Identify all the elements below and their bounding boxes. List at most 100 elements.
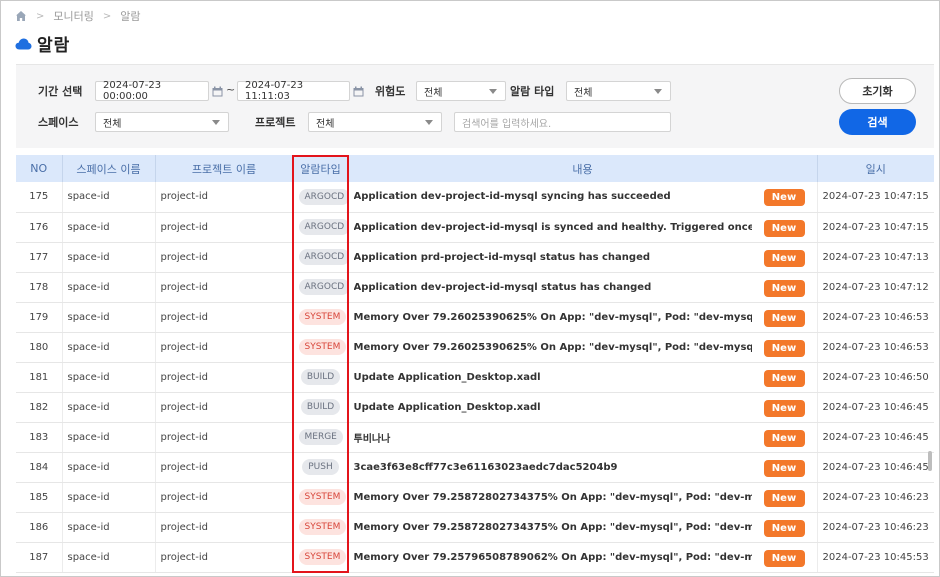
table-row[interactable]: 179 space-id project-id SYSTEM Memory Over 7… [16, 302, 934, 333]
row-no: 177 [16, 242, 62, 273]
alarm-type-badge: SYSTEM [298, 309, 347, 325]
row-project: project-id [154, 302, 293, 333]
search-button[interactable]: 검색 [839, 109, 916, 135]
row-no: 184 [16, 452, 62, 483]
table-row[interactable]: 183 space-id project-id MERGE 투비나나 New 2024-07… [16, 422, 934, 453]
row-message[interactable]: Memory Over 79.25796508789062% On App: "… [354, 552, 752, 563]
calendar-icon[interactable] [212, 86, 223, 97]
table-row[interactable]: 182 space-id project-id BUILD Update Applica… [16, 392, 934, 423]
row-message[interactable]: 투비나나 [354, 430, 752, 445]
new-badge: New [763, 219, 805, 237]
row-project: project-id [154, 542, 293, 573]
row-space: space-id [61, 212, 155, 243]
project-select-value: 전체 [316, 118, 335, 130]
row-message-cell: 투비나나 New [347, 422, 817, 453]
row-message[interactable]: Update Application_Desktop.xadl [354, 372, 752, 383]
space-label: 스페이스 [38, 116, 79, 129]
alarm-type-badge: SYSTEM [298, 549, 347, 565]
row-space: space-id [61, 452, 155, 483]
alarm-type-badge: ARGOCD [298, 188, 348, 205]
row-space: space-id [61, 182, 155, 213]
row-project: project-id [154, 482, 293, 513]
column-header-project[interactable]: 프로젝트 이름 [154, 155, 293, 182]
row-no: 181 [16, 362, 62, 393]
row-space: space-id [61, 392, 155, 423]
row-type-cell: SYSTEM [292, 482, 348, 513]
project-select[interactable]: 전체 [308, 112, 442, 132]
row-date: 2024-07-23 10:47:15 [816, 182, 934, 213]
vertical-scrollbar[interactable] [928, 451, 932, 471]
table-row[interactable]: 185 space-id project-id SYSTEM Memory Over 7… [16, 482, 934, 513]
risk-select-value: 전체 [424, 87, 443, 99]
new-badge: New [763, 279, 805, 297]
alarm-type-badge: SYSTEM [298, 489, 347, 505]
table-row[interactable]: 177 space-id project-id ARGOCD Application p… [16, 242, 934, 273]
row-message-cell: Update Application_Desktop.xadl New [347, 392, 817, 423]
reset-button[interactable]: 초기화 [839, 78, 916, 104]
row-date: 2024-07-23 10:46:50 [816, 362, 934, 393]
row-message[interactable]: Update Application_Desktop.xadl [354, 402, 752, 413]
calendar-icon[interactable] [353, 86, 364, 97]
table-row[interactable]: 187 space-id project-id SYSTEM Memory Over 7… [16, 542, 934, 573]
row-project: project-id [154, 392, 293, 423]
page-title: 알람 [37, 36, 71, 56]
row-date: 2024-07-23 10:46:45 [816, 422, 934, 453]
row-message[interactable]: 3cae3f63e8cff77c3e61163023aedc7dac5204b9 [354, 462, 752, 473]
table-row[interactable]: 175 space-id project-id ARGOCD Application d… [16, 182, 934, 213]
row-message[interactable]: Application dev-project-id-mysql status … [354, 282, 752, 293]
row-project: project-id [154, 452, 293, 483]
column-header-no[interactable]: NO [16, 155, 62, 182]
table-row[interactable]: 176 space-id project-id ARGOCD Application d… [16, 212, 934, 243]
row-no: 187 [16, 542, 62, 573]
row-message[interactable]: Application dev-project-id-mysql is sync… [354, 222, 752, 233]
breadcrumb-separator-icon: > [102, 10, 112, 22]
table-row[interactable]: 181 space-id project-id BUILD Update Applica… [16, 362, 934, 393]
row-project: project-id [154, 182, 293, 213]
row-project: project-id [154, 242, 293, 273]
row-project: project-id [154, 212, 293, 243]
row-message[interactable]: Application dev-project-id-mysql syncing… [354, 191, 752, 202]
row-message[interactable]: Memory Over 79.26025390625% On App: "dev… [354, 342, 752, 353]
alarm-type-select[interactable]: 전체 [566, 81, 671, 101]
row-type-cell: SYSTEM [292, 302, 348, 333]
row-space: space-id [61, 242, 155, 273]
date-from-input[interactable]: 2024-07-23 00:00:00 [95, 80, 209, 102]
table-row[interactable]: 178 space-id project-id ARGOCD Application d… [16, 272, 934, 303]
row-project: project-id [154, 272, 293, 303]
chevron-down-icon [212, 120, 220, 125]
row-message-cell: Application dev-project-id-mysql status … [347, 272, 817, 303]
row-message[interactable]: Memory Over 79.26025390625% On App: "dev… [354, 312, 752, 323]
row-space: space-id [61, 482, 155, 513]
row-no: 183 [16, 422, 62, 453]
row-message-cell: Memory Over 79.26025390625% On App: "dev… [347, 332, 817, 363]
search-input[interactable]: 검색어를 입력하세요. [454, 112, 671, 132]
date-to-input[interactable]: 2024-07-23 11:11:03 [237, 80, 350, 102]
table-row[interactable]: 180 space-id project-id SYSTEM Memory Over 7… [16, 332, 934, 363]
column-header-content[interactable]: 내용 [347, 155, 817, 182]
column-header-date[interactable]: 일시 [816, 155, 934, 182]
space-select[interactable]: 전체 [95, 112, 229, 132]
alarm-table: NO 스페이스 이름 프로젝트 이름 알람타입 내용 일시 175 space-i… [16, 155, 934, 573]
table-row[interactable]: 184 space-id project-id PUSH 3cae3f63e8cff77… [16, 452, 934, 483]
row-space: space-id [61, 272, 155, 303]
row-type-cell: SYSTEM [292, 332, 348, 363]
period-label: 기간 선택 [38, 85, 83, 98]
row-date: 2024-07-23 10:47:13 [816, 242, 934, 273]
row-message-cell: Application dev-project-id-mysql is sync… [347, 212, 817, 243]
row-space: space-id [61, 332, 155, 363]
row-no: 178 [16, 272, 62, 303]
column-header-space[interactable]: 스페이스 이름 [61, 155, 155, 182]
risk-select[interactable]: 전체 [416, 81, 506, 101]
row-message[interactable]: Memory Over 79.25872802734375% On App: "… [354, 492, 752, 503]
row-message[interactable]: Application prd-project-id-mysql status … [354, 252, 752, 263]
breadcrumb-item-alarm[interactable]: 알람 [120, 8, 140, 24]
home-icon[interactable] [15, 10, 27, 22]
table-row[interactable]: 186 space-id project-id SYSTEM Memory Over 7… [16, 512, 934, 543]
row-no: 179 [16, 302, 62, 333]
row-message[interactable]: Memory Over 79.25872802734375% On App: "… [354, 522, 752, 533]
column-header-alarm-type[interactable]: 알람타입 [292, 155, 348, 182]
breadcrumb-separator-icon: > [36, 10, 45, 22]
row-date: 2024-07-23 10:46:45 [816, 452, 934, 483]
breadcrumb-item-monitoring[interactable]: 모니터링 [53, 8, 93, 24]
row-date: 2024-07-23 10:46:23 [816, 482, 934, 513]
